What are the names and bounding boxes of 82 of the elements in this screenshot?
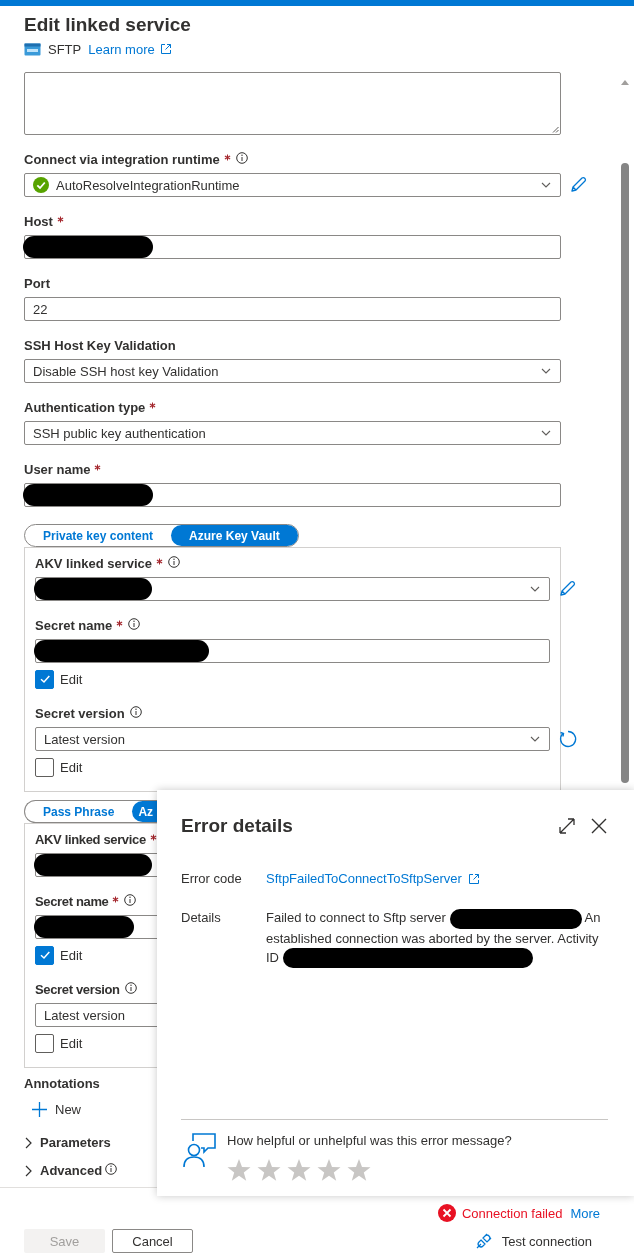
section-header[interactable]: Parameters [24, 1135, 111, 1151]
cancel-button[interactable]: Cancel [112, 1229, 193, 1253]
toggle-option[interactable]: Az [132, 801, 157, 822]
dropdown[interactable] [35, 577, 550, 601]
dropdown[interactable]: Disable SSH host key Validation [24, 359, 561, 383]
star-icon[interactable] [227, 1158, 251, 1182]
checkbox[interactable] [35, 669, 54, 689]
resize-grip-icon[interactable] [551, 125, 559, 133]
section-title: Parameters [40, 1135, 111, 1151]
field-label: Secret name [35, 894, 109, 910]
input-field[interactable]: 22 [24, 297, 561, 321]
more-link[interactable]: More [570, 1205, 600, 1221]
expand-icon[interactable] [558, 817, 576, 835]
test-connection-button[interactable]: Test connection [473, 1231, 592, 1251]
sftp-folder-icon [24, 42, 41, 56]
field-label: User name [24, 462, 91, 478]
close-icon[interactable] [590, 817, 608, 835]
learn-more-link[interactable]: Learn more [88, 41, 172, 57]
chevron-icon [24, 1165, 32, 1177]
dropdown[interactable]: SSH public key authentication [24, 421, 561, 445]
details-label: Details [181, 909, 222, 927]
field-label: AKV linked service [35, 832, 146, 848]
info-icon[interactable] [235, 152, 248, 164]
star-icon[interactable] [257, 1158, 281, 1182]
external-link-icon [159, 43, 172, 55]
section-header[interactable]: Advanced [24, 1163, 118, 1179]
toggle-option[interactable]: Pass Phrase [25, 801, 133, 822]
checkbox-label[interactable]: Edit [60, 759, 83, 775]
dropdown[interactable]: Latest version [35, 727, 550, 751]
checkbox[interactable] [35, 757, 54, 777]
new-annotation-button[interactable]: New [32, 1102, 81, 1117]
input-field[interactable] [24, 235, 561, 259]
chevron-icon [24, 1137, 32, 1149]
field-label: AKV linked service [35, 556, 153, 572]
feedback-question: How helpful or unhelpful was this error message? [227, 1133, 512, 1148]
check-icon [38, 673, 51, 685]
refresh-icon[interactable] [558, 729, 578, 749]
info-icon[interactable] [168, 556, 181, 568]
checkbox-label[interactable]: Edit [60, 671, 83, 687]
external-link-icon [467, 872, 480, 885]
checkbox-label[interactable]: Edit [60, 947, 83, 963]
dropdown[interactable]: AutoResolveIntegrationRuntime [24, 173, 561, 197]
info-icon[interactable] [105, 1163, 118, 1175]
field-label: Port [24, 276, 50, 292]
connection-status: Connection failed [461, 1205, 563, 1221]
star-icon[interactable] [347, 1158, 371, 1182]
error-code-link[interactable]: SftpFailedToConnectToSftpServer [266, 869, 480, 888]
connector-name: SFTP [48, 41, 82, 57]
error-message-text: Failed to connect to Sftp server An established connection was aborted by the server. Activity ID [266, 908, 604, 969]
panel-title: Error details [181, 815, 293, 837]
field-label: Authentication type [24, 400, 146, 416]
check-icon [38, 949, 51, 961]
plus-icon [32, 1102, 47, 1117]
info-icon[interactable] [124, 982, 137, 994]
input-field[interactable] [24, 483, 561, 507]
dropdown[interactable]: Latest version [35, 1003, 157, 1027]
field-label: Host [24, 214, 53, 230]
error-icon [437, 1204, 456, 1222]
info-icon[interactable] [124, 894, 137, 906]
toggle-option[interactable]: Private key content [25, 525, 172, 546]
field-label: SSH Host Key Validation [24, 338, 176, 354]
field-label: Secret version [35, 706, 125, 722]
toggle-option[interactable]: Azure Key Vault [171, 525, 298, 546]
info-icon[interactable] [128, 618, 141, 630]
checkbox[interactable] [35, 1033, 54, 1053]
field-label: Connect via integration runtime [24, 152, 220, 168]
error-code-label: Error code [181, 870, 243, 888]
description-field[interactable] [24, 72, 561, 135]
annotations-title: Annotations [24, 1076, 101, 1092]
pencil-icon[interactable] [569, 176, 587, 194]
field-label: Secret version [35, 982, 120, 998]
star-icon[interactable] [287, 1158, 311, 1182]
pencil-icon[interactable] [558, 580, 576, 598]
field-label: Secret name [35, 618, 113, 634]
checkbox[interactable] [35, 945, 54, 965]
page-title: Edit linked service [24, 14, 192, 36]
input-field[interactable] [35, 639, 550, 663]
info-icon[interactable] [129, 706, 142, 718]
feedback-icon [181, 1132, 217, 1168]
section-title: Advanced [40, 1163, 103, 1179]
checkbox-label[interactable]: Edit [60, 1035, 83, 1051]
star-icon[interactable] [317, 1158, 341, 1182]
